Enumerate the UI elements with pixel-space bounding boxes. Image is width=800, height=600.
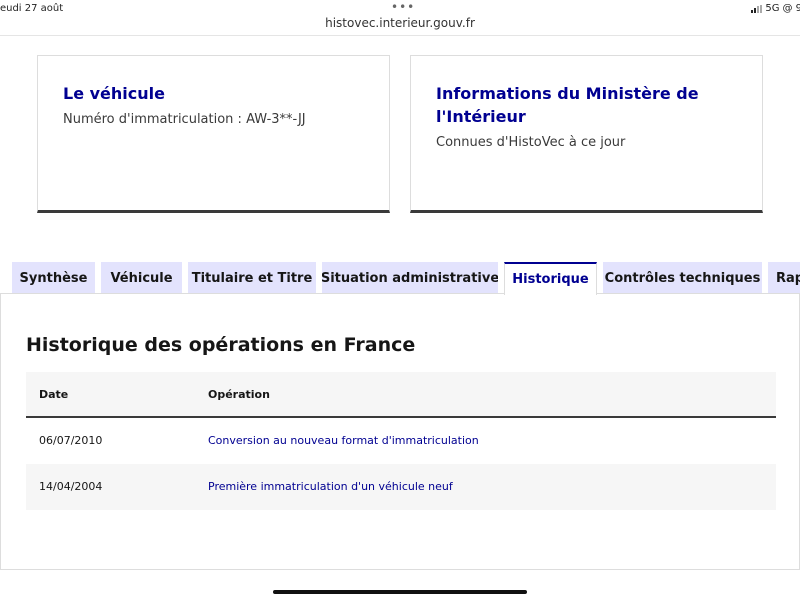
row-operation: Première immatriculation d'un véhicule n… [208,480,453,493]
status-time: Jeudi 27 août [0,3,64,14]
tab-titulaire-titre[interactable]: Titulaire et Titre [188,262,316,294]
status-extra: @ 9 [782,3,800,14]
row-date: 06/07/2010 [39,434,103,447]
tab-bar: Synthèse Véhicule Titulaire et Titre Sit… [0,262,800,295]
tab-historique[interactable]: Historique [504,262,597,295]
ministry-card-subtitle: Connues d'HistoVec à ce jour [436,135,626,150]
network-label: 5G [765,3,780,14]
table-row: 06/07/2010 Conversion au nouveau format … [26,418,776,464]
row-date: 14/04/2004 [39,480,103,493]
tab-rapport[interactable]: Rapport [768,262,800,294]
historique-panel: Historique des opérations en France Date… [0,293,800,570]
table-header: Date Opération [26,372,776,418]
tab-vehicule[interactable]: Véhicule [101,262,182,294]
vehicle-card-title: Le véhicule [63,84,165,103]
page-title: Historique des opérations en France [26,334,416,356]
ministry-card-title: Informations du Ministère de l'Intérieur [436,84,699,126]
registration-number: Numéro d'immatriculation : AW-3**-JJ [63,112,306,127]
column-header-date: Date [39,388,69,401]
table-row: 14/04/2004 Première immatriculation d'un… [26,464,776,510]
vehicle-card: Le véhicule Numéro d'immatriculation : A… [37,55,390,213]
signal-icon [751,4,763,13]
tab-controles-techniques[interactable]: Contrôles techniques [603,262,762,294]
header-divider [0,35,800,36]
tab-situation-administrative[interactable]: Situation administrative [322,262,498,294]
row-operation: Conversion au nouveau format d'immatricu… [208,434,479,447]
operations-table: Date Opération 06/07/2010 Conversion au … [26,372,776,510]
ministry-card: Informations du Ministère de l'Intérieur… [410,55,763,213]
column-header-operation: Opération [208,388,270,401]
status-indicators: 5G @ 9 [751,3,800,14]
home-indicator[interactable] [273,590,527,594]
browser-menu-dots[interactable]: ••• [391,0,415,14]
address-bar-url[interactable]: histovec.interieur.gouv.fr [0,16,800,30]
tab-synthese[interactable]: Synthèse [12,262,95,294]
